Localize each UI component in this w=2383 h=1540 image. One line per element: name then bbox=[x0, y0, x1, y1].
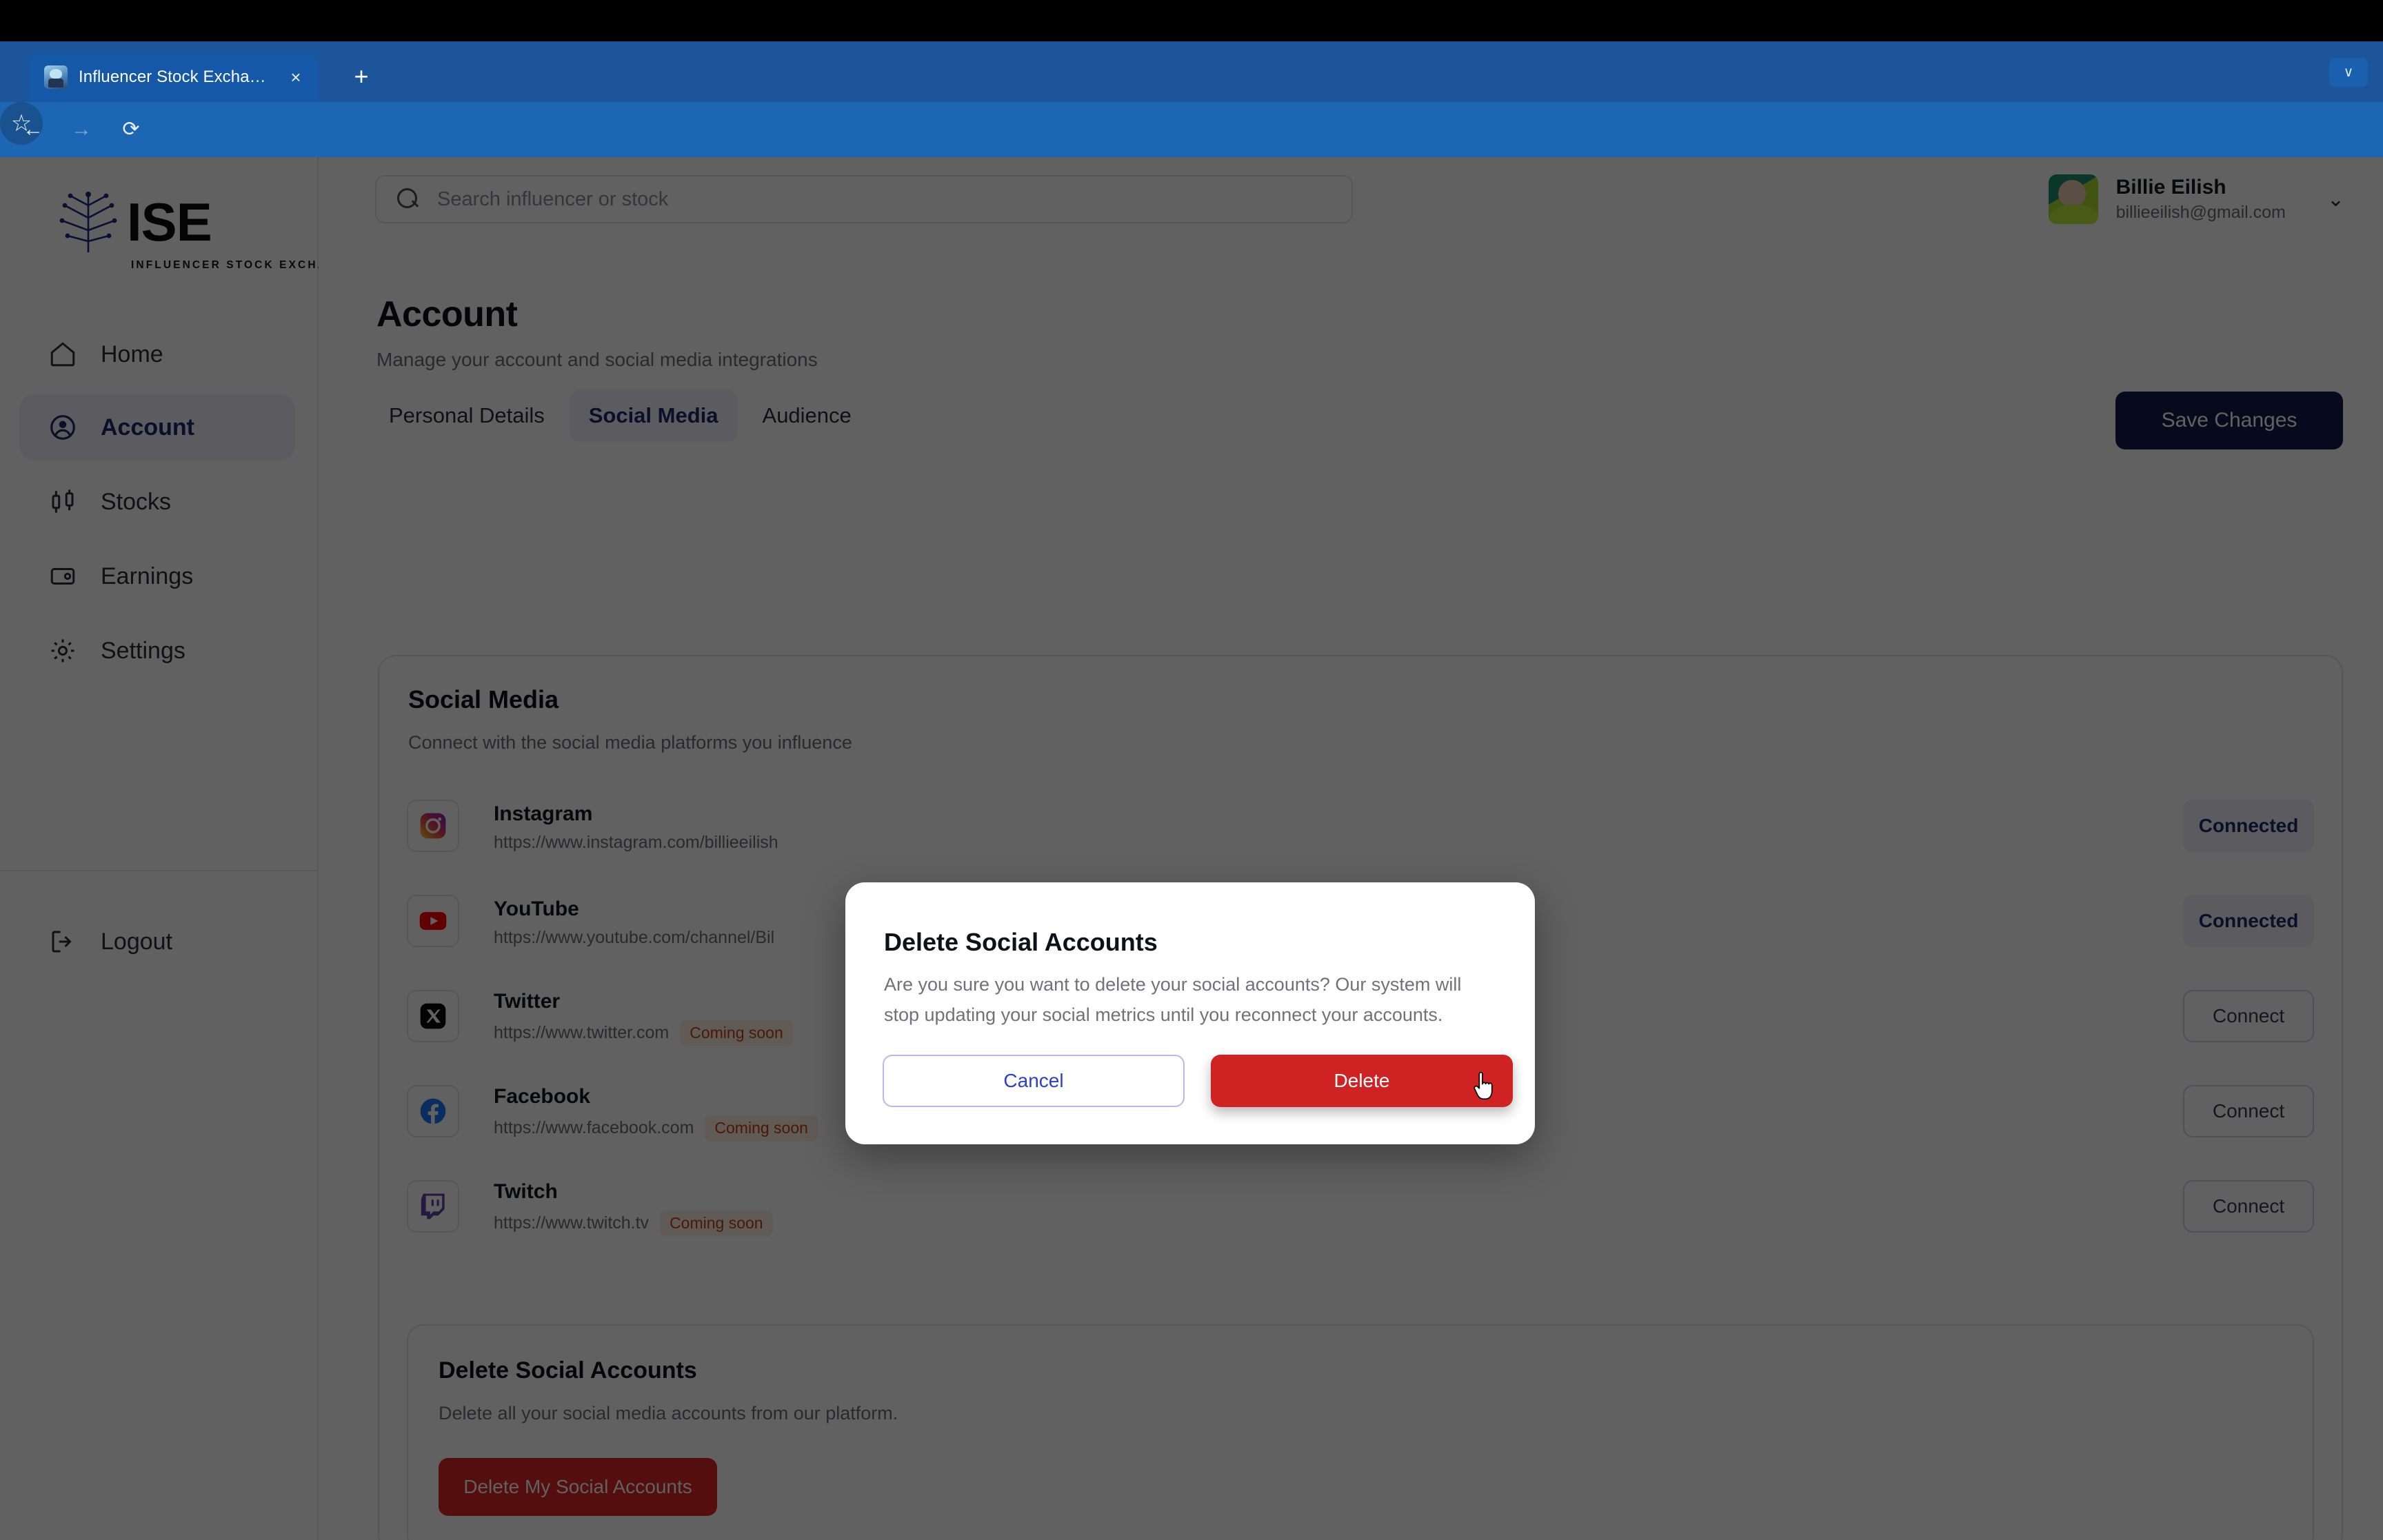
tab-favicon bbox=[44, 65, 68, 89]
web-page: ISE INFLUENCER STOCK EXCHANGE Home Accou… bbox=[0, 157, 2383, 1540]
title-bar bbox=[0, 0, 2383, 41]
back-icon[interactable]: ← bbox=[15, 112, 51, 148]
close-tab-icon[interactable]: × bbox=[285, 68, 306, 86]
reload-icon[interactable]: ⟳ bbox=[113, 112, 149, 148]
tab-strip: Influencer Stock Exchange × + ∨ bbox=[0, 41, 2383, 102]
delete-confirmation-dialog: Delete Social Accounts Are you sure you … bbox=[845, 882, 1535, 1144]
tab-list-chevron-icon[interactable]: ∨ bbox=[2329, 58, 2368, 87]
modal-overlay[interactable] bbox=[0, 157, 2383, 1540]
tab-title: Influencer Stock Exchange bbox=[79, 68, 274, 86]
browser-tab[interactable]: Influencer Stock Exchange × bbox=[29, 52, 319, 102]
dialog-title: Delete Social Accounts bbox=[884, 928, 1158, 956]
forward-icon[interactable]: → bbox=[63, 112, 99, 148]
browser-window: Influencer Stock Exchange × + ∨ ← → ⟳ ap… bbox=[0, 0, 2383, 1540]
new-tab-button[interactable]: + bbox=[345, 61, 378, 94]
delete-button[interactable]: Delete bbox=[1211, 1055, 1513, 1107]
cancel-button[interactable]: Cancel bbox=[883, 1055, 1185, 1107]
dialog-message: Are you sure you want to delete your soc… bbox=[884, 974, 1462, 1025]
navigation-bar: ← → ⟳ app.influencerstockexchange.com/in… bbox=[0, 102, 2383, 254]
